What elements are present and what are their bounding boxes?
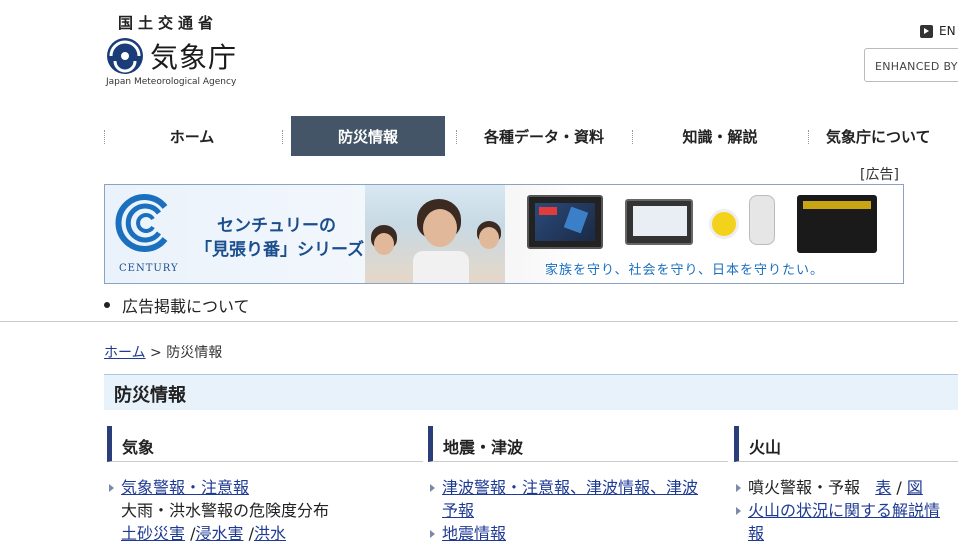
breadcrumb-current: 防災情報 (166, 345, 223, 361)
site-header: 国土交通省 気象庁 Japan Meteorological Agency EN… (0, 0, 958, 100)
child-face (479, 227, 499, 249)
nav-item-data[interactable]: 各種データ・資料 (456, 116, 632, 156)
search-input[interactable]: ENHANCED BY (864, 48, 958, 82)
jma-logo-icon[interactable] (106, 37, 144, 75)
weather-warning-link[interactable]: 気象警報・注意報 (121, 478, 249, 497)
list-item: 大雨・洪水警報の危険度分布 (107, 499, 423, 522)
ad-label: [広告] (860, 167, 899, 183)
link-list: 噴火警報・予報 表 / 図 火山の状況に関する解説情報 (734, 476, 958, 545)
link-list: 津波警報・注意報、津波情報、津波 予報 地震情報 (428, 476, 728, 545)
product-battery (797, 195, 877, 253)
breadcrumb-home-link[interactable]: ホーム (104, 345, 146, 361)
tsunami-warning-link[interactable]: 津波警報・注意報、津波情報、津波 予報 (442, 478, 698, 520)
nav-item-home[interactable]: ホーム (104, 116, 280, 156)
arrow-right-icon (430, 484, 435, 492)
list-item: 噴火警報・予報 表 / 図 (734, 476, 958, 499)
language-link[interactable]: EN (920, 24, 956, 38)
risk-distribution-text: 大雨・洪水警報の危険度分布 (121, 501, 330, 520)
product-alarm (709, 209, 739, 239)
ad-slogan: 家族を守り、社会を守り、日本を守りたい。 (545, 263, 824, 278)
ministry-name: 国土交通省 (118, 14, 219, 32)
product-sensor (749, 195, 775, 245)
eruption-warning-text: 噴火警報・予報 (748, 478, 861, 497)
sub-links: 土砂災害 /浸水害 /洪水 (107, 522, 423, 545)
arrow-right-icon (736, 507, 741, 515)
column-heading: 火山 (734, 426, 958, 462)
nav-item-about[interactable]: 気象庁について (826, 116, 958, 156)
breadcrumb: ホーム > 防災情報 (104, 342, 222, 362)
ad-banner[interactable]: CENTURY センチュリーの 「見張り番」シリーズ 家族を守り、社会を守り、日… (104, 184, 904, 284)
column-heading: 地震・津波 (428, 426, 728, 462)
link-separator: / (896, 478, 902, 497)
volcano-commentary-line2[interactable]: 報 (748, 524, 764, 543)
list-item: 気象警報・注意報 (107, 476, 423, 499)
language-link-label[interactable]: EN (939, 24, 956, 38)
nav-item-disaster-info[interactable]: 防災情報 (291, 116, 445, 156)
volcano-commentary-line1[interactable]: 火山の状況に関する解説情 (748, 501, 940, 520)
ad-about-link[interactable]: 広告掲載について (122, 293, 250, 317)
product-tablet (527, 195, 603, 249)
ad-about-link-row: 広告掲載について (104, 293, 250, 317)
column-volcano: 火山 噴火警報・予報 表 / 図 火山の状況に関する解説情報 (734, 426, 958, 545)
column-heading: 気象 (107, 426, 423, 462)
inundation-link[interactable]: 浸水害 (196, 524, 244, 543)
nav-item-knowledge[interactable]: 知識・解説 (632, 116, 808, 156)
section-divider (0, 321, 958, 322)
child-face (423, 209, 457, 247)
ad-products (525, 193, 895, 255)
arrow-right-icon (430, 530, 435, 538)
century-brand: CENTURY (119, 263, 179, 274)
ad-title-line1: センチュリーの (217, 216, 336, 236)
nav-separator (282, 130, 283, 144)
ad-title-line2: 「見張り番」シリーズ (195, 240, 365, 260)
bullet-icon (104, 302, 110, 308)
earthquake-info-link[interactable]: 地震情報 (442, 524, 506, 543)
tsunami-warning-link-line2[interactable]: 予報 (442, 501, 474, 520)
page-title: 防災情報 (114, 385, 186, 406)
century-logo-icon (115, 194, 168, 252)
volcano-commentary-link[interactable]: 火山の状況に関する解説情報 (748, 501, 940, 543)
column-earthquake-tsunami: 地震・津波 津波警報・注意報、津波情報、津波 予報 地震情報 (428, 426, 728, 545)
list-item: 地震情報 (428, 522, 728, 545)
agency-english-name: Japan Meteorological Agency (106, 77, 237, 87)
list-item: 津波警報・注意報、津波情報、津波 予報 (428, 476, 728, 522)
eruption-map-link[interactable]: 図 (907, 478, 923, 497)
arrow-right-icon (109, 484, 114, 492)
arrow-right-icon (736, 484, 741, 492)
global-nav: ホーム 防災情報 各種データ・資料 知識・解説 気象庁について (104, 116, 958, 156)
agency-name[interactable]: 気象庁 (150, 36, 237, 76)
child-face (374, 233, 394, 255)
ad-children-photo (365, 185, 505, 283)
list-item: 火山の状況に関する解説情報 (734, 499, 958, 545)
product-monitor (625, 199, 693, 245)
link-list: 気象警報・注意報 大雨・洪水警報の危険度分布 土砂災害 /浸水害 /洪水 (107, 476, 423, 545)
column-weather: 気象 気象警報・注意報 大雨・洪水警報の危険度分布 土砂災害 /浸水害 /洪水 (107, 426, 423, 545)
breadcrumb-separator: > (150, 345, 162, 361)
child-shirt (413, 251, 469, 283)
flood-link[interactable]: 洪水 (254, 524, 286, 543)
landslide-link[interactable]: 土砂災害 (121, 524, 185, 543)
tsunami-warning-link-line1[interactable]: 津波警報・注意報、津波情報、津波 (442, 478, 698, 497)
play-arrow-icon (920, 24, 933, 38)
nav-separator (808, 130, 809, 144)
page-title-box: 防災情報 (104, 374, 958, 410)
eruption-table-link[interactable]: 表 (875, 478, 891, 497)
